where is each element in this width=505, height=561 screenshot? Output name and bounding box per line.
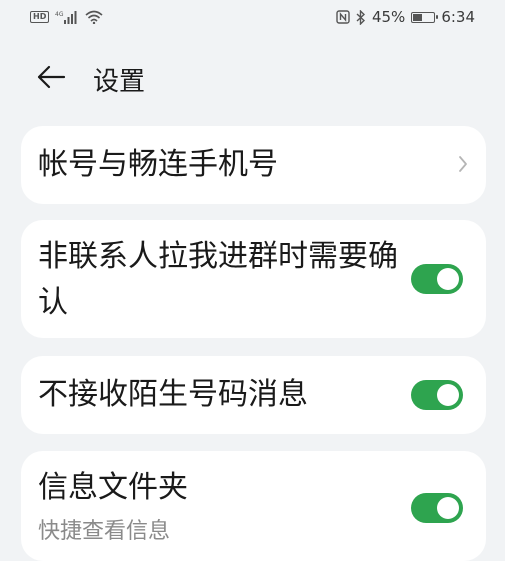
row-label: 帐号与畅连手机号 [38,147,278,182]
chevron-right-icon [458,155,468,177]
wifi-icon [85,10,103,24]
clock: 6:34 [441,8,475,26]
hd-icon: HD [30,11,50,23]
toggle-knob [437,268,459,290]
status-left: HD 4G [30,10,103,24]
block-unknown-numbers-row: 不接收陌生号码消息 [21,356,486,434]
battery-icon [411,11,439,23]
message-folder-toggle[interactable] [411,493,463,523]
battery-percent: 45% [371,8,406,26]
status-bar: HD 4G 45% 6:34 [0,0,505,34]
row-label: 非联系人拉我进群时需要确认 [38,239,398,320]
row-label: 信息文件夹 [38,470,188,505]
status-right: 45% 6:34 [336,8,475,26]
network-type-label: 4G [55,11,64,18]
group-invite-confirm-row: 非联系人拉我进群时需要确认 [21,220,486,338]
nfc-icon [336,10,350,24]
message-folder-row: 信息文件夹 快捷查看信息 [21,451,486,561]
toggle-knob [437,384,459,406]
account-phone-row[interactable]: 帐号与畅连手机号 [21,126,486,204]
page-title: 设置 [93,67,146,97]
group-invite-confirm-toggle[interactable] [411,264,463,294]
row-sublabel: 快捷查看信息 [38,519,171,544]
block-unknown-numbers-toggle[interactable] [411,380,463,410]
battery-fill [413,13,422,21]
arrow-left-icon [37,65,66,89]
header: 设置 [0,52,505,102]
bluetooth-icon [356,9,366,25]
back-button[interactable] [34,62,68,92]
toggle-knob [437,497,459,519]
row-label: 不接收陌生号码消息 [38,377,308,412]
signal-icon: 4G [55,10,79,24]
